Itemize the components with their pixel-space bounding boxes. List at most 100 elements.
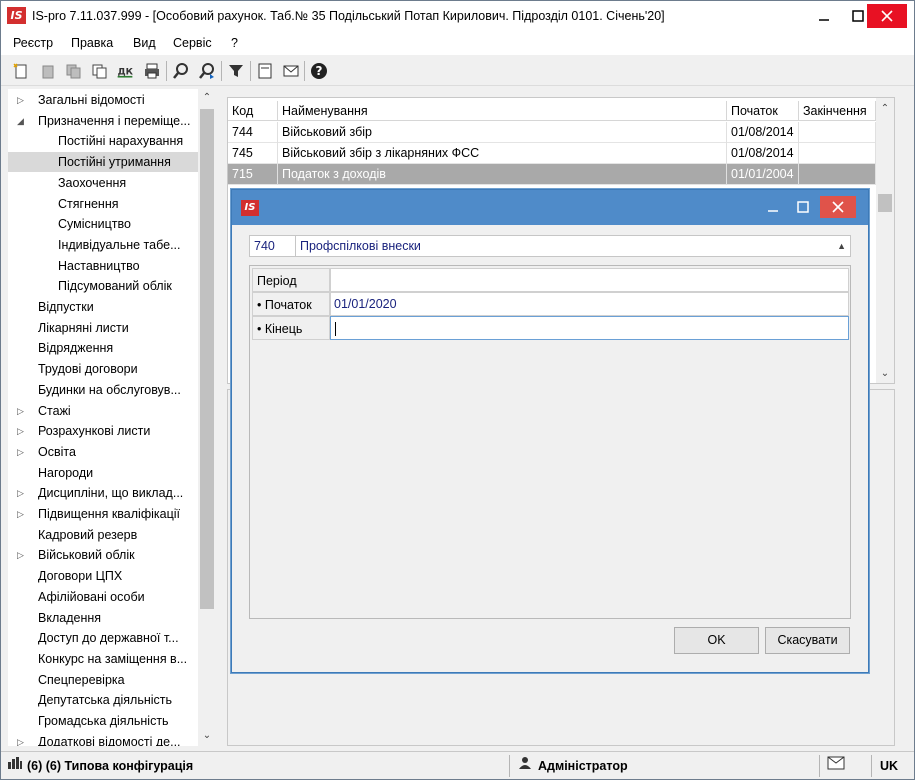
table-row[interactable]: 715 Податок з доходів 01/01/2004: [228, 164, 876, 185]
scroll-down-icon[interactable]: ⌄: [198, 727, 216, 745]
menu-view[interactable]: Вид: [133, 36, 156, 50]
chevron-up-icon[interactable]: ▲: [837, 236, 846, 256]
tree-item[interactable]: ▷ Освіта: [8, 442, 198, 462]
find-next-icon[interactable]: [196, 60, 218, 82]
dialog-close-button[interactable]: [820, 196, 856, 218]
tree-item[interactable]: Афілійовані особи: [8, 587, 198, 607]
column-name[interactable]: Найменування: [278, 101, 727, 121]
period-field[interactable]: [330, 268, 849, 292]
scroll-thumb[interactable]: [200, 109, 214, 609]
tree-item[interactable]: Будинки на обслуговув...: [8, 380, 198, 400]
cell-end: [799, 164, 876, 185]
collapsed-arrow-icon[interactable]: ▷: [17, 401, 24, 421]
deduction-type-select[interactable]: 740 Профспілкові внески ▲: [249, 235, 851, 257]
tree-item[interactable]: Договори ЦПХ: [8, 566, 198, 586]
tree-item[interactable]: ▷ Дисципліни, що виклад...: [8, 483, 198, 503]
collapsed-arrow-icon[interactable]: ▷: [17, 545, 24, 565]
print-icon[interactable]: [141, 60, 163, 82]
tree-item[interactable]: Відпустки: [8, 297, 198, 317]
mail-icon[interactable]: [280, 60, 302, 82]
tree-item[interactable]: Конкурс на заміщення в...: [8, 649, 198, 669]
tree-item[interactable]: Спецперевірка: [8, 670, 198, 690]
navigation-tree: ▷ Загальні відомості ◢ Призначення і перемі…: [8, 89, 216, 746]
dk-icon[interactable]: ДК: [114, 60, 136, 82]
tree-item-label: Відпустки: [38, 300, 94, 314]
tree-item[interactable]: Заохочення: [8, 173, 198, 193]
cancel-button[interactable]: Скасувати: [765, 627, 850, 654]
tree-item[interactable]: ▷ Загальні відомості: [8, 90, 198, 110]
dialog-maximize-button[interactable]: [788, 196, 818, 218]
start-date-field[interactable]: 01/01/2020: [330, 292, 849, 316]
tree-item[interactable]: ▷ Стажі: [8, 401, 198, 421]
table-scrollbar[interactable]: ⌃ ⌄: [876, 98, 894, 383]
menu-edit[interactable]: Правка: [71, 36, 113, 50]
dialog-minimize-button[interactable]: [758, 196, 788, 218]
tree-item-label: Конкурс на заміщення в...: [38, 651, 188, 666]
collapsed-arrow-icon[interactable]: ▷: [17, 483, 24, 503]
find-icon[interactable]: [170, 60, 192, 82]
tree-item[interactable]: Підсумований облік: [8, 276, 198, 296]
cell-end: [799, 143, 876, 164]
close-button[interactable]: [867, 4, 907, 28]
scroll-up-icon[interactable]: ⌃: [198, 89, 216, 107]
tree-item[interactable]: ▷ Підвищення кваліфікації: [8, 504, 198, 524]
form-icon[interactable]: [254, 60, 276, 82]
tree-item[interactable]: Громадська діяльність: [8, 711, 198, 731]
duplicate-icon[interactable]: [88, 60, 110, 82]
collapsed-arrow-icon[interactable]: ▷: [17, 504, 24, 524]
edit-icon[interactable]: [36, 60, 58, 82]
tree-item-label: Нагороди: [38, 465, 94, 480]
end-date-field[interactable]: [330, 316, 849, 340]
menu-service[interactable]: Сервіс: [173, 36, 212, 50]
minimize-icon: [819, 19, 829, 21]
tree-item[interactable]: Індивідуальне табе...: [8, 235, 198, 255]
column-end[interactable]: Закінчення: [799, 101, 876, 121]
tree-item[interactable]: Депутатська діяльність: [8, 690, 198, 710]
tree-item[interactable]: Кадровий резерв: [8, 525, 198, 545]
copy-icon[interactable]: [62, 60, 84, 82]
scroll-up-icon[interactable]: ⌃: [876, 100, 894, 118]
table-row[interactable]: 744 Військовий збір 01/08/2014: [228, 122, 876, 143]
menu-help[interactable]: ?: [231, 36, 238, 50]
collapsed-arrow-icon[interactable]: ▷: [17, 732, 24, 746]
tree-item[interactable]: Постійні нарахування: [8, 131, 198, 151]
tree-item-label: Кадровий резерв: [38, 527, 138, 542]
scroll-down-icon[interactable]: ⌄: [876, 365, 894, 383]
column-start[interactable]: Початок: [727, 101, 799, 121]
new-doc-icon[interactable]: [10, 60, 32, 82]
tree-item[interactable]: Стягнення: [8, 194, 198, 214]
ok-button[interactable]: OK: [674, 627, 759, 654]
tree-item[interactable]: ◢ Призначення і переміще...: [8, 111, 198, 131]
help-icon[interactable]: ?: [308, 60, 330, 82]
tree-item[interactable]: Сумісництво: [8, 214, 198, 234]
tree-item[interactable]: Доступ до державної т...: [8, 628, 198, 648]
tree-item[interactable]: Нагороди: [8, 463, 198, 483]
tree-item[interactable]: ▷ Додаткові відомості де...: [8, 732, 198, 746]
tree-item[interactable]: Трудові договори: [8, 359, 198, 379]
filter-icon[interactable]: [225, 60, 247, 82]
user-icon: [518, 755, 532, 777]
tree-item[interactable]: Лікарняні листи: [8, 318, 198, 338]
table-row[interactable]: 745 Військовий збір з лікарняних ФСС 01/08…: [228, 143, 876, 164]
table-header: Код Найменування Початок Закінчення: [228, 101, 876, 121]
tree-item[interactable]: ▷ Військовий облік: [8, 545, 198, 565]
tree-item-label: Вкладення: [38, 610, 102, 625]
tree-item[interactable]: Постійні утримання: [8, 152, 198, 173]
svg-text:ДК: ДК: [118, 67, 134, 77]
tree-item[interactable]: Вкладення: [8, 608, 198, 628]
column-code[interactable]: Код: [228, 101, 278, 121]
collapsed-arrow-icon[interactable]: ▷: [17, 421, 24, 441]
tree-item[interactable]: Наставництво: [8, 256, 198, 276]
collapsed-arrow-icon[interactable]: ▷: [17, 90, 24, 110]
tree-scrollbar[interactable]: ⌃ ⌄: [198, 89, 216, 746]
tree-item[interactable]: Відрядження: [8, 338, 198, 358]
collapsed-arrow-icon[interactable]: ▷: [17, 442, 24, 462]
minimize-button[interactable]: [807, 1, 841, 31]
tree-item[interactable]: ▷ Розрахункові листи: [8, 421, 198, 441]
language-indicator[interactable]: UK: [880, 755, 898, 777]
menu-registry[interactable]: Реєстр: [13, 36, 53, 50]
expanded-arrow-icon[interactable]: ◢: [17, 111, 24, 131]
mail-status-icon[interactable]: [827, 755, 845, 777]
tree-item-label: Договори ЦПХ: [38, 569, 123, 584]
tree-item-label: Стажі: [38, 403, 71, 418]
